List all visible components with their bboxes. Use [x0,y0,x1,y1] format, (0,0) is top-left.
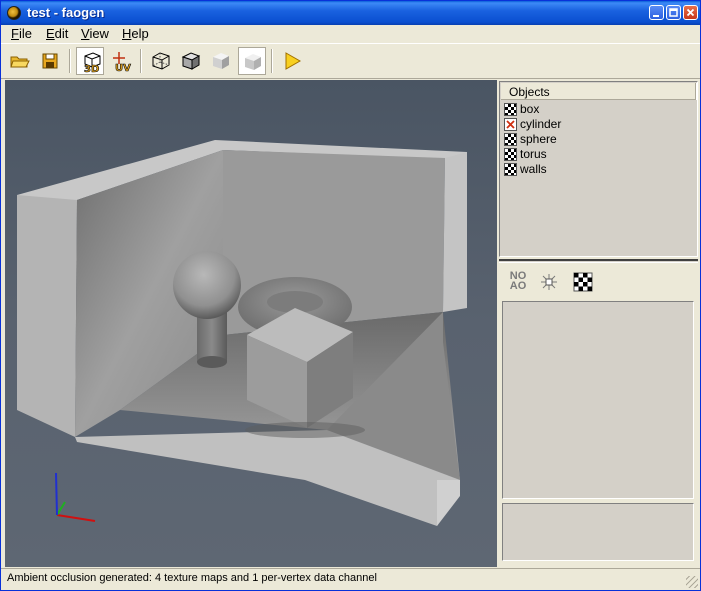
checkerboard-icon[interactable] [504,148,517,161]
checkerboard-icon[interactable] [504,133,517,146]
menu-help[interactable]: Help [122,26,149,41]
app-logo-icon [7,6,21,20]
wireframe-cube-icon [152,52,170,70]
objects-header[interactable]: Objects [501,83,697,100]
info-panel [502,503,694,561]
title-bar[interactable]: test - faogen [1,1,700,25]
3d-viewport[interactable] [5,80,497,567]
toolbar-separator [69,49,71,73]
shaded-cube-icon [181,52,201,70]
minimize-icon [653,15,659,17]
view-3d-icon: 3D [84,52,101,73]
app-window: test - faogen File Edit View Help 3D UV … [0,0,701,591]
wireframe-button[interactable] [147,47,175,75]
minimize-button[interactable] [649,5,664,20]
object-item-box[interactable]: box [504,102,624,117]
object-item-torus[interactable]: torus [504,147,624,162]
window-title: test - faogen [27,5,105,20]
menu-file[interactable]: File [11,26,32,41]
toolbar: 3D UV [1,43,700,79]
properties-panel [502,301,694,499]
checkerboard-icon[interactable] [504,103,517,116]
light-rays-icon[interactable] [539,272,559,292]
open-folder-icon [10,56,30,68]
excluded-x-icon[interactable] [504,118,517,131]
svg-text:UV: UV [115,63,131,72]
menu-view[interactable]: View [81,26,109,41]
checkerboard-icon[interactable] [573,272,593,292]
object-item-walls[interactable]: walls [504,162,624,177]
checkerboard-icon[interactable] [504,163,517,176]
open-button[interactable] [6,47,34,75]
panel-splitter[interactable] [499,259,698,263]
ao-scene-render [17,140,467,526]
maximize-button[interactable] [666,5,681,20]
close-button[interactable] [683,5,698,20]
resize-grip[interactable] [686,576,698,588]
shaded-button[interactable] [177,47,205,75]
menu-bar: File Edit View Help [1,25,700,43]
menu-edit[interactable]: Edit [46,26,68,41]
objects-panel: Objects box cylinder sphere torus walls [499,81,698,257]
view-uv-icon: UV [113,52,131,72]
play-icon [285,52,302,70]
textured-cube-icon [213,53,229,69]
maximize-icon [669,8,678,17]
status-bar: Ambient occlusion generated: 4 texture m… [1,568,700,590]
toolbar-separator [140,49,142,73]
generate-button[interactable] [278,47,306,75]
object-item-sphere[interactable]: sphere [504,132,624,147]
object-item-cylinder[interactable]: cylinder [504,117,624,132]
status-text: Ambient occlusion generated: 4 texture m… [7,572,377,584]
save-disk-icon [42,53,58,69]
save-button[interactable] [36,47,64,75]
object-tools-row: NO AO [499,265,698,299]
objects-list: box cylinder sphere torus walls [504,102,624,177]
ao-cube-icon [245,54,261,70]
view-3d-button[interactable]: 3D [76,47,104,75]
svg-text:3D: 3D [84,64,99,73]
no-ao-button[interactable]: NO AO [509,271,527,292]
ao-view-button[interactable] [238,47,266,75]
textured-button[interactable] [207,47,235,75]
view-uv-button[interactable]: UV [107,47,135,75]
close-icon [686,8,695,17]
toolbar-separator [271,49,273,73]
